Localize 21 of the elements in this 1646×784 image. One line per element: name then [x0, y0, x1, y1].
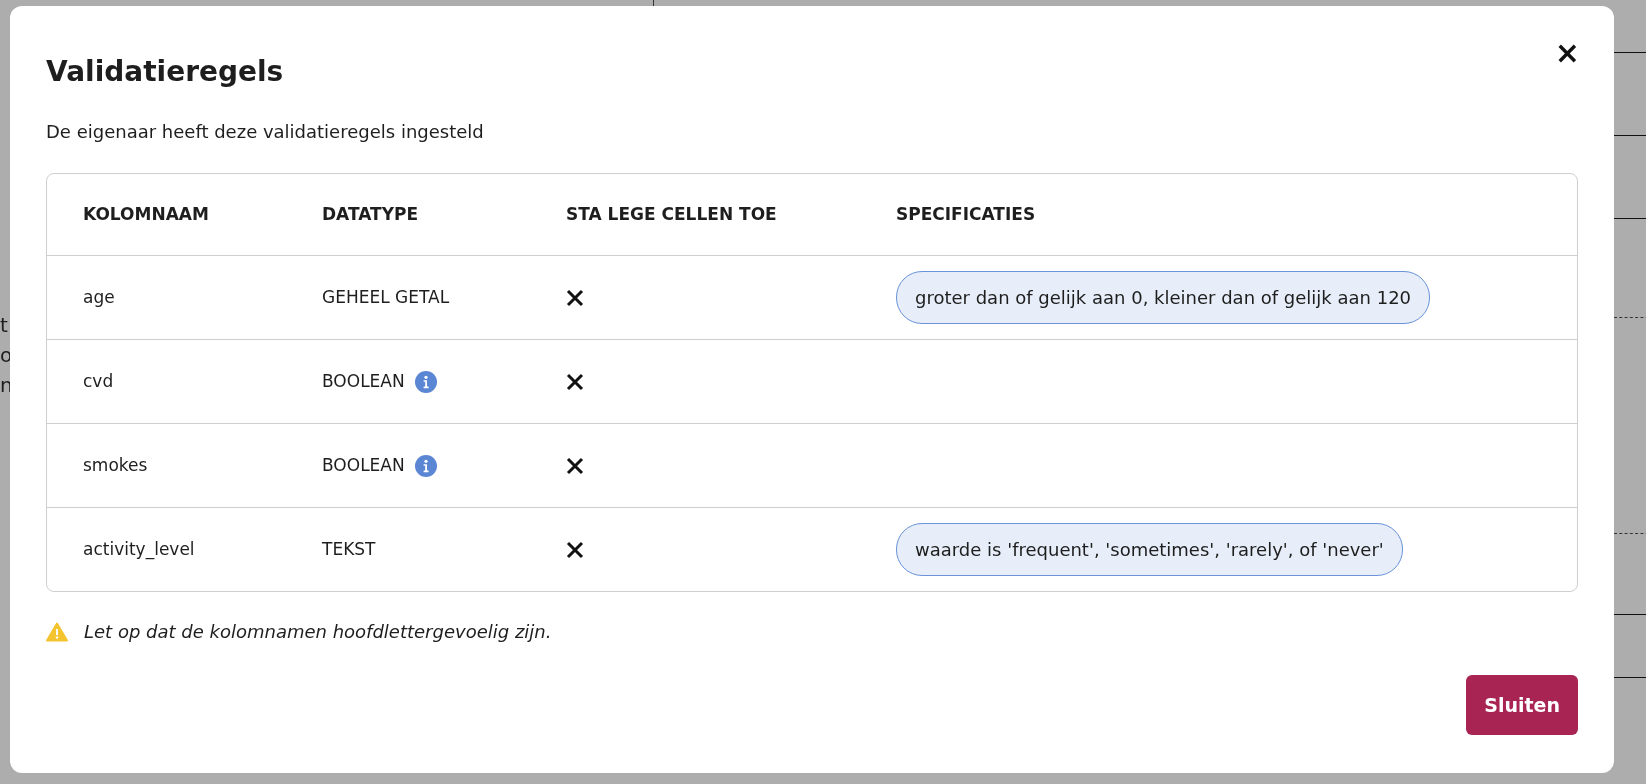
table-cell-text: TEKST	[322, 538, 376, 562]
specification-tag: waarde is 'frequent', 'sometimes', 'rarely', of 'never'	[896, 523, 1403, 577]
close-button[interactable]: Sluiten	[1466, 674, 1578, 735]
background-text: t	[0, 312, 8, 339]
column-header: STA LEGE CELLEN TOE	[566, 204, 777, 225]
column-header: KOLOMNAAM	[83, 204, 209, 225]
table-cell: age	[83, 287, 115, 308]
table-cell: activity_level	[83, 539, 195, 560]
dialog-title: Validatieregels	[46, 54, 284, 90]
table-cell-text: BOOLEAN	[322, 370, 405, 394]
table-cell-text: GEHEEL GETAL	[322, 286, 450, 310]
column-header: SPECIFICATIES	[896, 204, 1036, 225]
table-cell: smokes	[83, 455, 148, 476]
table-cell: cvd	[83, 371, 114, 392]
table-cell-text: BOOLEAN	[322, 454, 405, 478]
close-button[interactable]: ×	[1550, 36, 1584, 70]
warning-icon	[46, 621, 68, 642]
dialog-subtitle: De eigenaar heeft deze validatieregels ingesteld	[46, 120, 485, 145]
warning-text: Let op dat de kolomnamen hoofdlettergevoelig zijn.	[84, 620, 552, 645]
column-header: DATATYPE	[322, 204, 419, 225]
specification-tag: groter dan of gelijk aan 0, kleiner dan of gelijk aan 120	[896, 271, 1431, 325]
